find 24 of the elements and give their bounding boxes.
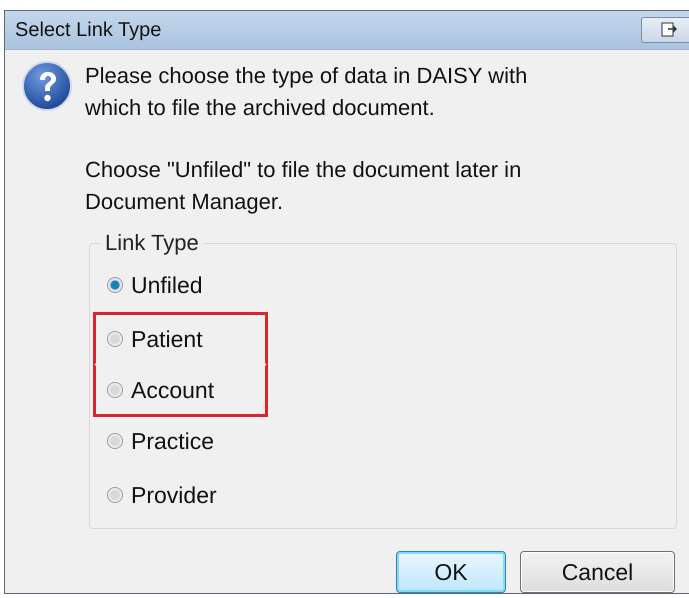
radio-option[interactable]: Provider bbox=[93, 468, 268, 522]
message-text: Choose "Unfiled" to file the document later in Document Manager. bbox=[85, 156, 522, 216]
group-label: Link Type bbox=[104, 230, 200, 256]
highlighted-option[interactable]: Patient bbox=[93, 312, 268, 366]
question-icon bbox=[21, 60, 73, 112]
window-button[interactable] bbox=[641, 17, 689, 43]
radio-button[interactable] bbox=[107, 277, 123, 293]
radio-option[interactable]: Practice bbox=[93, 414, 268, 468]
radio-button[interactable] bbox=[107, 487, 123, 503]
radio-button[interactable] bbox=[107, 382, 123, 398]
highlighted-option[interactable]: Account bbox=[93, 363, 268, 417]
window-title: Select Link Type bbox=[15, 18, 162, 42]
dialog-button[interactable]: OK bbox=[396, 551, 506, 593]
option-label[interactable]: Patient bbox=[131, 326, 203, 352]
radio-option[interactable]: Unfiled bbox=[93, 258, 268, 312]
window-icon bbox=[660, 21, 678, 39]
option-label[interactable]: Practice bbox=[131, 428, 214, 454]
option-label[interactable]: Unfiled bbox=[131, 272, 203, 298]
radio-button[interactable] bbox=[107, 433, 123, 449]
dialog-button[interactable]: Cancel bbox=[520, 551, 675, 593]
option-label[interactable]: Account bbox=[131, 376, 214, 404]
message-text: Please choose the type of data in DAISY with which to file the archived document. bbox=[85, 62, 528, 122]
radio-button[interactable] bbox=[107, 331, 123, 347]
option-label[interactable]: Provider bbox=[131, 482, 217, 508]
